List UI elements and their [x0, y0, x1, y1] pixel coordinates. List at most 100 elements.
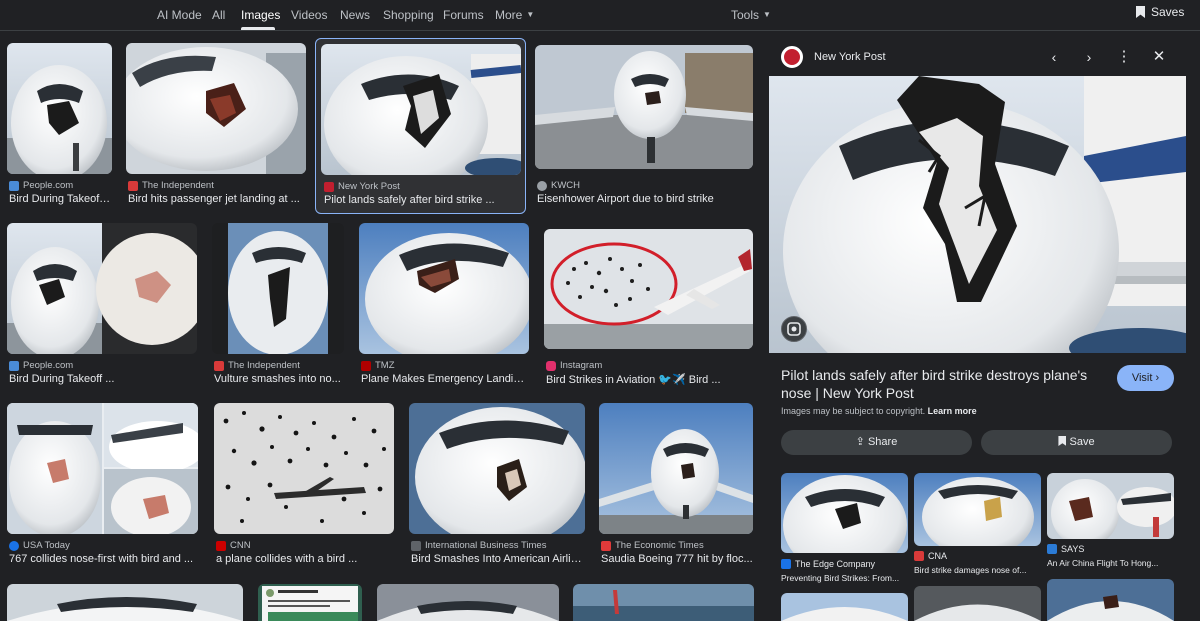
related-caption[interactable]: Preventing Bird Strikes: From...: [781, 573, 908, 583]
result-source-name: International Business Times: [425, 540, 547, 551]
related-caption[interactable]: An Air China Flight To Hong...: [1047, 558, 1174, 568]
share-button[interactable]: ⇪ Share: [781, 430, 972, 455]
result-source: The Economic Times: [601, 540, 704, 551]
result-thumbnail[interactable]: [214, 403, 394, 534]
visit-button[interactable]: Visit ›: [1117, 365, 1174, 391]
result-source-name: The Independent: [142, 180, 214, 191]
related-image[interactable]: [1047, 579, 1174, 621]
share-label: Share: [867, 436, 898, 448]
result-caption[interactable]: Pilot lands safely after bird strike ...: [324, 194, 520, 206]
panel-source-name[interactable]: New York Post: [814, 51, 886, 63]
instagram-icon: [546, 360, 556, 371]
related-image[interactable]: [781, 593, 908, 621]
favicon-icon: [9, 540, 19, 551]
tab-ai-mode[interactable]: AI Mode: [157, 8, 202, 22]
favicon-icon: [128, 180, 138, 191]
related-image[interactable]: [914, 586, 1041, 621]
next-arrow-icon[interactable]: ›: [1080, 48, 1098, 66]
save-button[interactable]: Save: [981, 430, 1172, 455]
related-source: CNA: [914, 551, 947, 561]
related-image[interactable]: [914, 473, 1041, 546]
result-thumbnail[interactable]: [359, 223, 529, 354]
tab-images[interactable]: Images: [241, 8, 280, 22]
result-source-name: People.com: [23, 360, 74, 371]
learn-more-link[interactable]: Learn more: [928, 406, 977, 416]
result-card[interactable]: People.com Bird During Takeoff ...: [6, 40, 114, 210]
result-caption[interactable]: Vulture smashes into no...: [214, 373, 342, 385]
result-thumbnail[interactable]: [599, 403, 753, 534]
result-thumbnail[interactable]: [535, 45, 753, 169]
close-icon[interactable]: ✕: [1150, 48, 1168, 66]
preview-image[interactable]: [769, 76, 1186, 353]
result-card[interactable]: The Economic Times Saudia Boeing 777 hit…: [598, 402, 754, 572]
related-source: The Edge Company: [781, 559, 875, 569]
result-thumbnail[interactable]: [126, 43, 306, 174]
share-icon: ⇪: [855, 436, 865, 448]
result-card[interactable]: Instagram Bird Strikes in Aviation 🐦✈️ B…: [543, 222, 754, 392]
result-card-selected[interactable]: New York Post Pilot lands safely after b…: [315, 38, 526, 214]
result-thumbnail[interactable]: [212, 223, 344, 354]
tab-videos[interactable]: Videos: [291, 8, 327, 22]
favicon-icon: [216, 540, 226, 551]
tab-news[interactable]: News: [340, 8, 370, 22]
result-caption[interactable]: Saudia Boeing 777 hit by floc...: [601, 553, 753, 565]
result-card[interactable]: People.com Bird During Takeoff ...: [6, 222, 198, 392]
result-thumbnail[interactable]: [258, 584, 362, 621]
result-caption[interactable]: Bird Smashes Into American Airlin...: [411, 553, 583, 565]
result-caption[interactable]: Bird Strikes in Aviation 🐦✈️ Bird ...: [546, 373, 751, 386]
tab-forums[interactable]: Forums: [443, 8, 484, 22]
result-card[interactable]: KWCH Eisenhower Airport due to bird stri…: [534, 40, 754, 210]
favicon-icon: [324, 181, 334, 192]
result-card[interactable]: International Business Times Bird Smashe…: [408, 402, 586, 572]
result-card[interactable]: CNN a plane collides with a bird ...: [213, 402, 395, 572]
related-image[interactable]: [1047, 473, 1174, 539]
tools-button[interactable]: Tools ▼: [731, 8, 771, 22]
favicon-icon: [361, 360, 371, 371]
result-thumbnail[interactable]: [7, 43, 112, 174]
result-caption[interactable]: a plane collides with a bird ...: [216, 553, 392, 565]
result-caption[interactable]: Plane Makes Emergency Landin...: [361, 373, 527, 385]
result-thumbnail[interactable]: [7, 584, 243, 621]
related-caption[interactable]: Bird strike damages nose of...: [914, 565, 1041, 575]
visit-label: Visit: [1131, 372, 1153, 384]
result-card[interactable]: USA Today 767 collides nose-first with b…: [6, 402, 199, 572]
result-caption[interactable]: Bird During Takeoff ...: [9, 373, 195, 385]
result-thumbnail[interactable]: [7, 223, 197, 354]
result-source: International Business Times: [411, 540, 546, 551]
favicon-icon: [9, 360, 19, 371]
result-caption[interactable]: Bird hits passenger jet landing at ...: [128, 193, 304, 205]
result-thumbnail[interactable]: [409, 403, 585, 534]
result-thumbnail[interactable]: [573, 584, 754, 621]
result-card[interactable]: TMZ Plane Makes Emergency Landin...: [358, 222, 530, 392]
result-source-name: New York Post: [338, 181, 400, 192]
result-source-name: People.com: [23, 180, 74, 191]
save-label: Save: [1069, 436, 1095, 448]
google-lens-icon[interactable]: [781, 316, 807, 342]
result-caption[interactable]: Bird During Takeoff ...: [9, 193, 113, 205]
result-caption[interactable]: 767 collides nose-first with bird and ..…: [9, 553, 196, 565]
result-source-name: The Independent: [228, 360, 300, 371]
result-source-name: The Economic Times: [615, 540, 704, 551]
panel-title[interactable]: Pilot lands safely after bird strike des…: [781, 366, 1111, 402]
result-card[interactable]: The Independent Vulture smashes into no.…: [211, 222, 345, 392]
saves-button[interactable]: Saves: [1136, 5, 1184, 19]
favicon-icon: [781, 559, 791, 569]
tab-all[interactable]: All: [212, 8, 225, 22]
related-image[interactable]: [781, 473, 908, 553]
previous-arrow-icon[interactable]: ‹: [1045, 48, 1063, 66]
result-source: Instagram: [546, 360, 602, 371]
more-options-icon[interactable]: ⋮: [1115, 48, 1133, 66]
result-source: People.com: [9, 180, 73, 191]
result-thumbnail[interactable]: [544, 229, 753, 349]
result-caption[interactable]: Eisenhower Airport due to bird strike: [537, 193, 751, 205]
related-source-name: SAYS: [1061, 544, 1085, 554]
copyright-text: Images may be subject to copyright.: [781, 406, 926, 416]
result-thumbnail[interactable]: [321, 44, 521, 175]
result-thumbnail[interactable]: [377, 584, 559, 621]
tab-shopping[interactable]: Shopping: [383, 8, 434, 22]
result-card[interactable]: The Independent Bird hits passenger jet …: [125, 40, 307, 210]
result-thumbnail[interactable]: [7, 403, 198, 534]
tools-label: Tools: [731, 8, 760, 22]
result-source-name: USA Today: [23, 540, 70, 551]
tab-more[interactable]: More ▼: [495, 8, 534, 22]
